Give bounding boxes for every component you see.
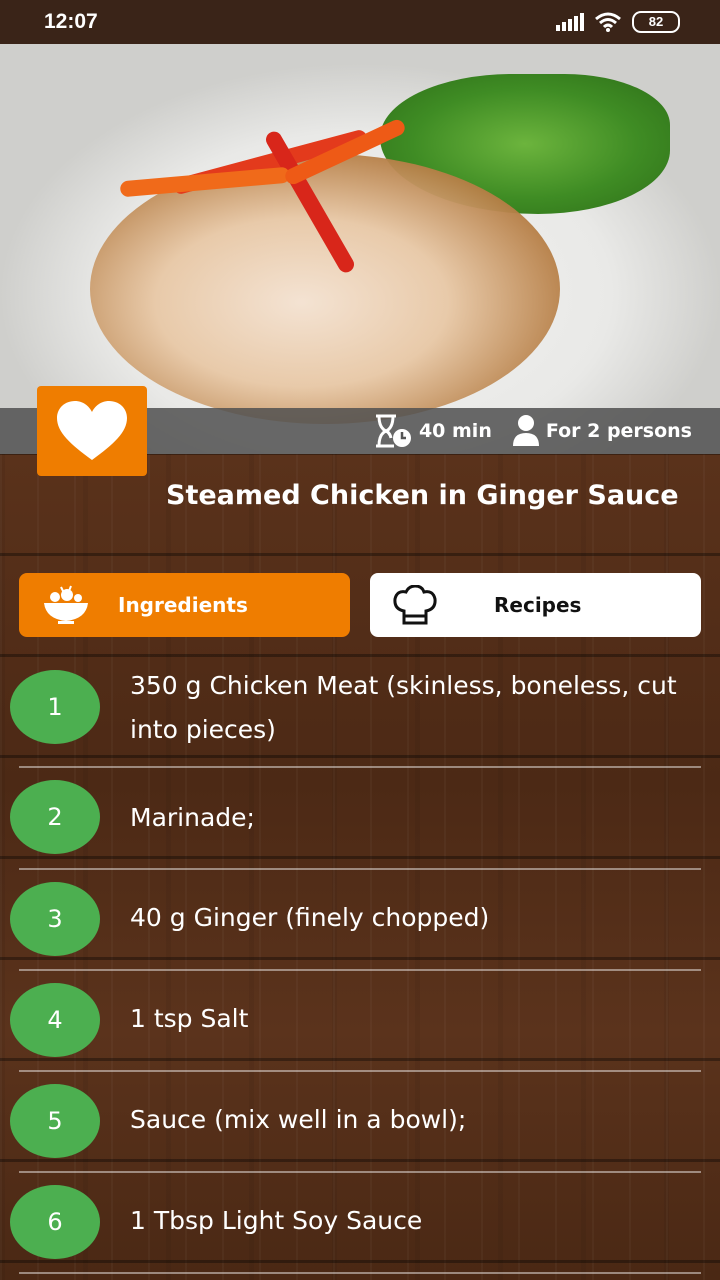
recipe-title: Steamed Chicken in Ginger Sauce (166, 480, 679, 511)
item-number-badge: 3 (10, 882, 100, 956)
item-number-badge: 6 (10, 1185, 100, 1259)
list-item: 4 1 tsp Salt (0, 983, 720, 1059)
divider (19, 868, 701, 870)
favorite-button[interactable] (37, 386, 147, 476)
salad-bowl-icon (44, 585, 88, 624)
list-item: 2 Marinade; (0, 780, 720, 856)
list-item: 6 1 Tbsp Light Soy Sauce (0, 1185, 720, 1261)
item-number-badge: 5 (10, 1084, 100, 1158)
item-text: 40 g Ginger (finely chopped) (130, 903, 490, 932)
tab-recipes[interactable]: Recipes (370, 573, 701, 637)
hourglass-clock-icon (375, 414, 411, 448)
tab-ingredients-label: Ingredients (118, 593, 248, 617)
item-number-badge: 4 (10, 983, 100, 1057)
item-text: 350 g Chicken Meat (skinless, boneless, … (130, 671, 677, 744)
list-item: 1 350 g Chicken Meat (skinless, boneless… (0, 670, 720, 746)
person-icon (512, 415, 539, 446)
item-text: Marinade; (130, 803, 255, 832)
item-text: Sauce (mix well in a bowl); (130, 1105, 467, 1134)
status-time: 12:07 (44, 10, 98, 33)
item-text: 1 Tbsp Light Soy Sauce (130, 1206, 423, 1235)
photo-dish (90, 154, 560, 424)
item-number-badge: 2 (10, 780, 100, 854)
cook-time: 40 min (418, 420, 492, 442)
tab-ingredients[interactable]: Ingredients (19, 573, 350, 637)
servings: For 2 persons (545, 420, 692, 442)
battery-indicator: 82 (632, 11, 680, 33)
divider (19, 969, 701, 971)
divider (19, 1272, 701, 1274)
chef-hat-icon (393, 585, 437, 625)
list-item: 3 40 g Ginger (finely chopped) (0, 882, 720, 958)
heart-icon (57, 401, 127, 460)
item-text: 1 tsp Salt (130, 1004, 249, 1033)
wifi-icon (595, 12, 621, 32)
divider (19, 1171, 701, 1173)
signal-icon (556, 13, 584, 31)
item-number-badge: 1 (10, 670, 100, 744)
divider (19, 766, 701, 768)
list-item: 5 Sauce (mix well in a bowl); (0, 1084, 720, 1160)
divider (19, 1070, 701, 1072)
status-bar: 12:07 82 (0, 0, 720, 44)
tab-recipes-label: Recipes (494, 593, 582, 617)
